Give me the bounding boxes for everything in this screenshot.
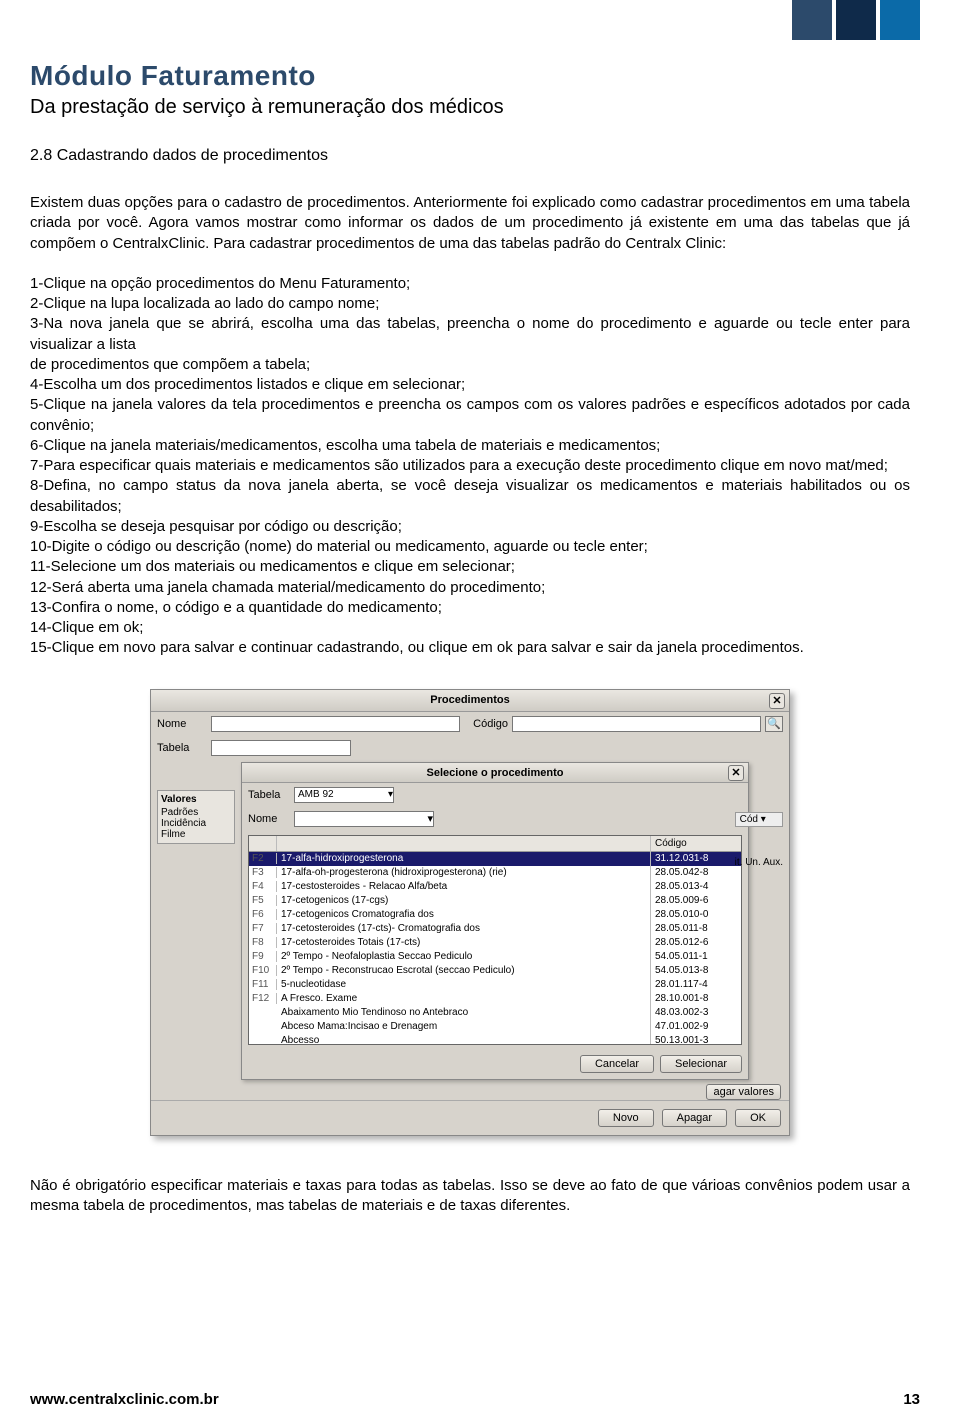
list-item[interactable]: F217-alfa-hidroxiprogesterona31.12.031-8 (249, 852, 741, 866)
inner-tabela-select[interactable]: AMB 92▾ (294, 787, 394, 803)
close-icon[interactable]: ✕ (769, 693, 785, 709)
square-2 (836, 0, 876, 40)
search-icon[interactable]: 🔍 (765, 716, 783, 732)
step-line: 5-Clique na janela valores da tela proce… (30, 395, 910, 436)
step-line: 7-Para especificar quais materiais e med… (30, 456, 910, 476)
label-nome: Nome (157, 718, 207, 730)
list-item[interactable]: F717-cetosteroides (17-cts)- Cromatograf… (249, 922, 741, 936)
valores-padroes[interactable]: Padrões (161, 807, 231, 818)
list-item[interactable]: F417-cestosteroides - Relacao Alfa/beta2… (249, 880, 741, 894)
step-line: 10-Digite o código ou descrição (nome) d… (30, 537, 910, 557)
list-item[interactable]: F102º Tempo - Reconstrucao Escrotal (sec… (249, 964, 741, 978)
col-code-head: Código (651, 836, 741, 851)
window-titlebar: Procedimentos ✕ (151, 690, 789, 712)
ok-button[interactable]: OK (735, 1109, 781, 1127)
label-codigo: Código (464, 718, 508, 730)
list-item[interactable]: F817-cetosteroides Totais (17-cts)28.05.… (249, 936, 741, 950)
section-heading: 2.8 Cadastrando dados de procedimentos (30, 147, 910, 165)
steps-list: 1-Clique na opção procedimentos do Menu … (30, 274, 910, 659)
list-item[interactable]: Abcesso50.13.001-3 (249, 1034, 741, 1045)
inner-close-icon[interactable]: ✕ (728, 765, 744, 781)
inner-title: Selecione o procedimento ✕ (242, 763, 748, 783)
list-item[interactable]: F12A Fresco. Exame28.10.001-8 (249, 992, 741, 1006)
list-item[interactable]: Abaixamento Mio Tendinoso no Antebraco48… (249, 1006, 741, 1020)
step-line: de procedimentos que compõem a tabela; (30, 355, 910, 375)
cancel-button[interactable]: Cancelar (580, 1055, 654, 1073)
square-1 (792, 0, 832, 40)
page-subtitle: Da prestação de serviço à remuneração do… (30, 96, 910, 119)
step-line: 8-Defina, no campo status da nova janela… (30, 476, 910, 517)
step-line: 6-Clique na janela materiais/medicamento… (30, 436, 910, 456)
square-3 (880, 0, 920, 40)
list-item[interactable]: Abceso Mama:Incisao e Drenagem47.01.002-… (249, 1020, 741, 1034)
label-tabela: Tabela (157, 742, 207, 754)
select-procedure-dialog: Selecione o procedimento ✕ Tabela AMB 92… (241, 762, 749, 1080)
inner-tabela-label: Tabela (248, 789, 290, 801)
window-title: Procedimentos (430, 694, 509, 706)
inner-nome-label: Nome (248, 813, 290, 825)
step-line: 15-Clique em novo para salvar e continua… (30, 638, 910, 658)
page-footer: www.centralxclinic.com.br 13 (30, 1391, 920, 1408)
inner-title-text: Selecione o procedimento (427, 767, 564, 779)
list-item[interactable]: F92º Tempo - Neofaloplastia Seccao Pedic… (249, 950, 741, 964)
cod-dropdown[interactable]: Cód ▾ (735, 812, 783, 827)
aux-label: it. Un. Aux. (735, 857, 783, 868)
select-button[interactable]: Selecionar (660, 1055, 742, 1073)
valores-panel: Valores Padrões Incidência Filme (157, 790, 235, 844)
list-item[interactable]: F617-cetogenicos Cromatografia dos28.05.… (249, 908, 741, 922)
step-line: 11-Selecione um dos materiais ou medicam… (30, 557, 910, 577)
inner-nome-select[interactable]: ▾ (294, 811, 434, 827)
list-item[interactable]: F115-nucleotidase28.01.117-4 (249, 978, 741, 992)
valores-filme[interactable]: Filme (161, 829, 231, 840)
footer-note: Não é obrigatório especificar materiais … (30, 1176, 910, 1217)
step-line: 2-Clique na lupa localizada ao lado do c… (30, 294, 910, 314)
apagar-button[interactable]: Apagar (662, 1109, 727, 1127)
tabela-field[interactable] (211, 740, 351, 756)
procedure-list[interactable]: Código F217-alfa-hidroxiprogesterona31.1… (248, 835, 742, 1045)
intro-paragraph: Existem duas opções para o cadastro de p… (30, 193, 910, 254)
novo-button[interactable]: Novo (598, 1109, 654, 1127)
valores-head: Valores (161, 794, 231, 805)
nome-field[interactable] (211, 716, 460, 732)
header-squares (792, 0, 920, 40)
step-line: 13-Confira o nome, o código e a quantida… (30, 598, 910, 618)
step-line: 1-Clique na opção procedimentos do Menu … (30, 274, 910, 294)
footer-url: www.centralxclinic.com.br (30, 1391, 219, 1408)
page-title: Módulo Faturamento (30, 60, 910, 92)
footer-page: 13 (903, 1391, 920, 1408)
step-line: 3-Na nova janela que se abrirá, escolha … (30, 314, 910, 355)
procedimentos-window: Procedimentos ✕ Nome Código 🔍 Tabela Val… (150, 689, 790, 1136)
step-line: 4-Escolha um dos procedimentos listados … (30, 375, 910, 395)
codigo-field[interactable] (512, 716, 761, 732)
step-line: 12-Será aberta uma janela chamada materi… (30, 578, 910, 598)
agar-valores-button[interactable]: agar valores (706, 1084, 781, 1100)
step-line: 14-Clique em ok; (30, 618, 910, 638)
right-column-labels: Cód ▾ it. Un. Aux. (735, 812, 783, 868)
step-line: 9-Escolha se deseja pesquisar por código… (30, 517, 910, 537)
valores-incidencia[interactable]: Incidência (161, 818, 231, 829)
list-item[interactable]: F517-cetogenicos (17-cgs)28.05.009-6 (249, 894, 741, 908)
list-item[interactable]: F317-alfa-oh-progesterona (hidroxiproges… (249, 866, 741, 880)
